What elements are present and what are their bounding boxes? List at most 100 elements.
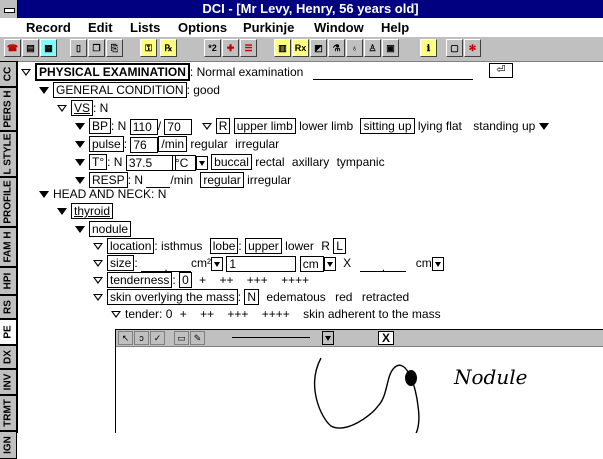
- rx-icon[interactable]: Rx: [292, 39, 309, 57]
- skin-retracted[interactable]: retracted: [362, 290, 409, 304]
- tender-label[interactable]: tender: [125, 307, 159, 321]
- tab-ign[interactable]: IGN: [0, 431, 17, 459]
- tab-l-style[interactable]: L STYLE: [0, 131, 17, 177]
- menu-options[interactable]: Options: [178, 20, 227, 35]
- tab-inv[interactable]: INV: [0, 369, 17, 395]
- bp-sitting-up[interactable]: sitting up: [360, 118, 415, 134]
- chevron-down-icon[interactable]: [431, 256, 444, 271]
- thyroid-label[interactable]: thyroid: [71, 203, 114, 219]
- chevron-down-icon[interactable]: [323, 256, 336, 271]
- size-field[interactable]: 1: [226, 255, 297, 272]
- close-drawing-button[interactable]: X: [378, 331, 394, 345]
- pointer-icon[interactable]: ↖: [118, 331, 133, 345]
- rx-key-icon[interactable]: ℞: [160, 39, 177, 57]
- open-icon[interactable]: ▦: [40, 39, 57, 57]
- paste-icon[interactable]: ⎘: [106, 39, 123, 57]
- resp-regular[interactable]: regular: [200, 172, 244, 188]
- tab-dx[interactable]: DX: [0, 345, 17, 369]
- plus-grid-icon[interactable]: ✚: [222, 39, 239, 57]
- menu-lists[interactable]: Lists: [130, 20, 160, 35]
- rectangle-icon[interactable]: ▭: [174, 331, 189, 345]
- collapse-triangle-icon[interactable]: [93, 294, 103, 302]
- expand-triangle-icon[interactable]: [57, 208, 67, 216]
- size-area-field[interactable]: .: [141, 259, 192, 274]
- temp-rectal[interactable]: rectal: [255, 155, 284, 169]
- temp-buccal[interactable]: buccal: [211, 154, 252, 170]
- expand-triangle-icon[interactable]: [75, 177, 85, 185]
- lab-icon[interactable]: ⚗: [328, 39, 345, 57]
- size-unit-select[interactable]: cm: [299, 255, 324, 272]
- pulse-label[interactable]: pulse: [89, 136, 124, 152]
- tenderness-zero[interactable]: 0: [179, 272, 192, 288]
- pulse-irregular[interactable]: irregular: [235, 137, 279, 151]
- head-neck-label[interactable]: HEAD AND NECK: [53, 187, 151, 201]
- bp-systolic-field[interactable]: 110: [129, 118, 158, 135]
- chevron-down-icon[interactable]: [211, 256, 224, 271]
- vs-label[interactable]: VS: [71, 100, 94, 116]
- lobe-upper[interactable]: upper: [245, 238, 282, 254]
- enter-button[interactable]: ⏎: [489, 63, 513, 78]
- bp-standing-up[interactable]: standing up: [473, 119, 535, 133]
- expand-triangle-icon[interactable]: [538, 123, 549, 131]
- tab-fam-h[interactable]: FAM H: [0, 227, 17, 267]
- check-icon[interactable]: ✓: [150, 331, 165, 345]
- menu-purkinje[interactable]: Purkinje: [243, 20, 294, 35]
- folder-icon[interactable]: ▤: [22, 39, 39, 57]
- expand-triangle-icon[interactable]: [75, 159, 85, 167]
- resp-irregular[interactable]: irregular: [247, 173, 291, 187]
- info-icon[interactable]: ℹ: [420, 39, 437, 57]
- temp-label[interactable]: T°: [89, 154, 108, 170]
- size-label[interactable]: size: [107, 255, 135, 271]
- tender-grades[interactable]: + ++ +++ ++++: [180, 307, 290, 321]
- collapse-triangle-icon[interactable]: [93, 277, 103, 285]
- book-icon[interactable]: ▣: [382, 39, 399, 57]
- bp-diastolic-field[interactable]: 70: [164, 118, 193, 135]
- tab-cc[interactable]: CC: [0, 61, 17, 87]
- collapse-triangle-icon[interactable]: [21, 69, 31, 77]
- person-icon[interactable]: ♙: [364, 39, 381, 57]
- expand-triangle-icon[interactable]: [75, 123, 85, 131]
- x2-icon[interactable]: *2: [204, 39, 221, 57]
- bp-lying-flat[interactable]: lying flat: [418, 119, 462, 133]
- ledger-icon[interactable]: ▥: [274, 39, 291, 57]
- expand-triangle-icon[interactable]: [75, 226, 85, 234]
- size-second-field[interactable]: .: [360, 259, 407, 274]
- drawing-window[interactable]: ↖ ↄ ✓ ▭ ✎ X Nodule: [115, 329, 603, 433]
- key-icon[interactable]: ⚿: [140, 39, 157, 57]
- temp-axillary[interactable]: axillary: [292, 155, 329, 169]
- collapse-triangle-icon[interactable]: [93, 243, 103, 251]
- tab-profile[interactable]: PROFILE: [0, 177, 17, 227]
- chevron-down-icon[interactable]: [322, 331, 334, 345]
- menu-window[interactable]: Window: [314, 20, 364, 35]
- temp-unit-select[interactable]: °C: [171, 154, 196, 171]
- lobe-label[interactable]: lobe: [209, 238, 239, 254]
- tree-icon[interactable]: ✻: [464, 39, 481, 57]
- tab-pe[interactable]: PE: [0, 319, 17, 345]
- skin-edematous[interactable]: edematous: [266, 290, 325, 304]
- pe-comment-line[interactable]: [313, 67, 474, 80]
- expand-triangle-icon[interactable]: [39, 87, 49, 95]
- tab-trmt[interactable]: TRMT: [0, 395, 17, 431]
- bp-lower-limb[interactable]: lower limb: [299, 119, 353, 133]
- thyroid-sketch[interactable]: Nodule: [116, 346, 603, 433]
- skin-label[interactable]: skin overlying the mass: [107, 289, 238, 305]
- menu-record[interactable]: Record: [26, 20, 71, 35]
- collapse-triangle-icon[interactable]: [201, 123, 212, 131]
- chevron-down-icon[interactable]: [195, 155, 208, 170]
- pulse-regular[interactable]: regular: [190, 137, 227, 151]
- copy-icon[interactable]: ❐: [88, 39, 105, 57]
- nodule-label[interactable]: nodule: [89, 221, 132, 237]
- bp-r-option[interactable]: R: [215, 118, 231, 134]
- picture-icon[interactable]: ◩: [310, 39, 327, 57]
- tab-hpi[interactable]: HPI: [0, 267, 17, 295]
- collapse-triangle-icon[interactable]: [93, 260, 103, 268]
- window-icon[interactable]: ▢: [446, 39, 463, 57]
- lobe-l[interactable]: L: [333, 238, 346, 254]
- ink-icon[interactable]: ✎: [190, 331, 205, 345]
- expand-triangle-icon[interactable]: [75, 141, 85, 149]
- temp-tympanic[interactable]: tympanic: [337, 155, 385, 169]
- bp-upper-limb[interactable]: upper limb: [233, 118, 296, 134]
- pulse-unit[interactable]: /min: [158, 136, 188, 152]
- general-label[interactable]: GENERAL CONDITION: [53, 82, 187, 98]
- pulse-field[interactable]: 76: [130, 136, 159, 153]
